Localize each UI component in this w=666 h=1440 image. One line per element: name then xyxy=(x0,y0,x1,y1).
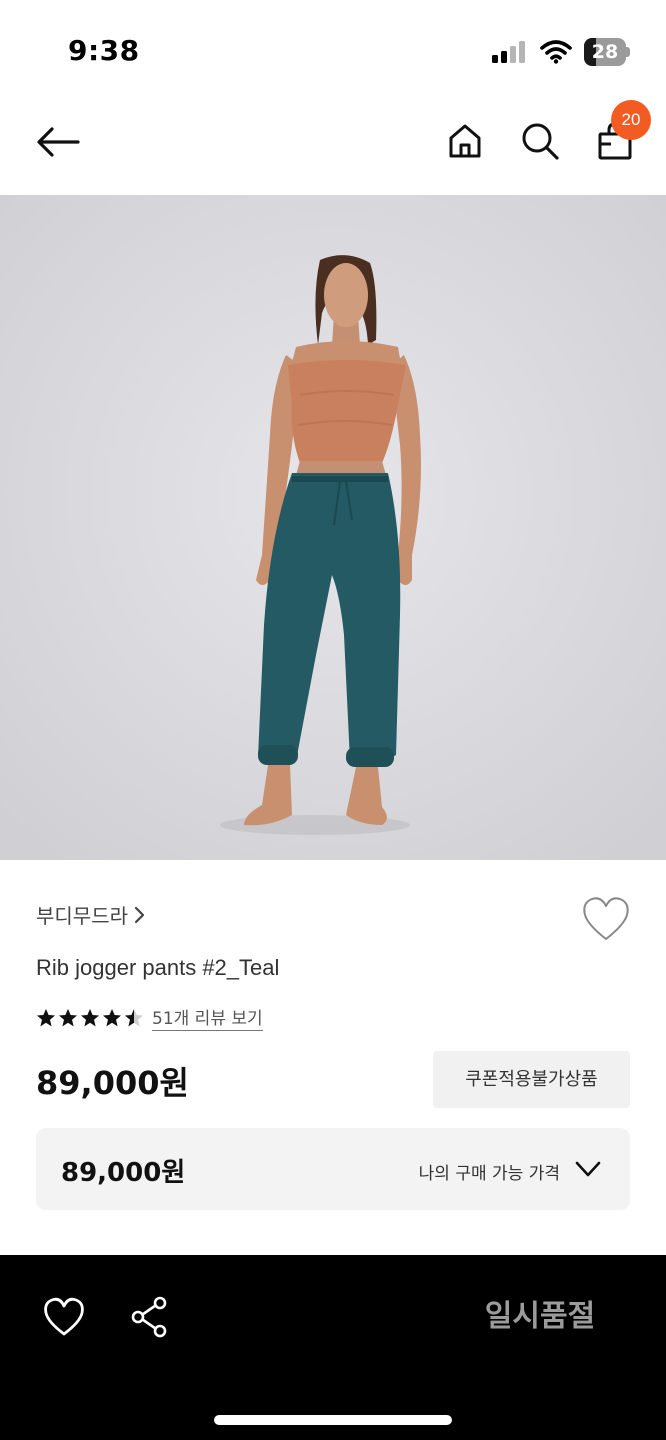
chevron-down-icon xyxy=(575,1161,601,1177)
home-button[interactable] xyxy=(442,118,488,164)
brand-name: 부디무드라 xyxy=(36,904,128,928)
brand-link[interactable]: 부디무드라 xyxy=(36,900,146,929)
model-photo xyxy=(0,195,666,860)
product-price: 89,000원 xyxy=(36,1064,189,1102)
star-rating xyxy=(36,1008,144,1028)
star-icon xyxy=(81,1008,99,1026)
wifi-icon xyxy=(540,40,572,64)
my-price-label: 나의 구매 가능 가격 xyxy=(418,1164,560,1184)
heart-icon xyxy=(44,1297,84,1336)
back-arrow-icon xyxy=(37,127,80,157)
status-icons: 28 xyxy=(492,38,630,66)
bottom-action-bar: 일시품절 xyxy=(0,1255,666,1440)
home-icon xyxy=(449,124,481,158)
cart-count-badge: 20 xyxy=(611,100,651,140)
share-button[interactable] xyxy=(128,1295,172,1339)
star-icon xyxy=(37,1008,55,1026)
star-icon xyxy=(125,1008,143,1026)
my-price-value: 89,000원 xyxy=(61,1158,186,1188)
star-icon xyxy=(103,1008,121,1026)
wishlist-button[interactable] xyxy=(580,895,632,943)
battery-level-text: 28 xyxy=(591,41,619,63)
battery-icon: 28 xyxy=(584,38,630,66)
product-title: Rib jogger pants #2_Teal xyxy=(36,955,280,980)
search-icon xyxy=(522,123,559,160)
coupon-badge[interactable]: 쿠폰적용불가상품 xyxy=(433,1051,630,1108)
status-time: 9:38 xyxy=(68,34,140,67)
home-indicator[interactable] xyxy=(214,1415,452,1425)
rating-row: 51개 리뷰 보기 xyxy=(36,1004,263,1031)
soldout-button[interactable]: 일시품절 xyxy=(440,1285,640,1349)
top-nav-bar xyxy=(0,100,666,195)
review-link[interactable]: 51개 리뷰 보기 xyxy=(152,1004,263,1031)
chevron-right-icon xyxy=(134,906,145,923)
bottom-wishlist-button[interactable] xyxy=(42,1295,86,1339)
star-icon xyxy=(59,1008,77,1026)
signal-icon xyxy=(492,41,525,63)
search-button[interactable] xyxy=(517,118,563,164)
product-image[interactable] xyxy=(0,195,666,860)
share-icon xyxy=(131,1296,167,1338)
heart-outline-icon xyxy=(583,897,629,940)
back-button[interactable] xyxy=(30,120,86,164)
status-bar: 9:38 28 xyxy=(0,0,666,100)
my-price-dropdown[interactable]: 89,000원 나의 구매 가능 가격 xyxy=(36,1128,630,1210)
